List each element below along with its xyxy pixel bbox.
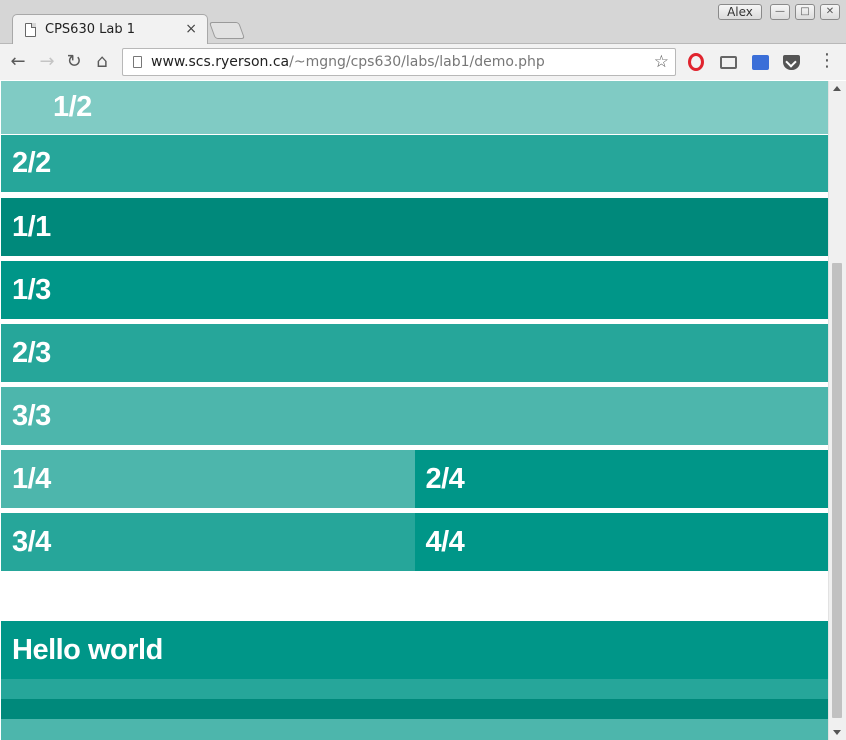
grid-row: 2/2 bbox=[1, 135, 828, 192]
bookmark-star-icon[interactable]: ☆ bbox=[654, 52, 669, 72]
grid-cell: 2/4 bbox=[414, 450, 828, 508]
grid-row bbox=[1, 679, 828, 699]
grid-cell: 4/4 bbox=[414, 513, 828, 571]
cast-icon[interactable] bbox=[720, 56, 737, 69]
pocket-icon[interactable] bbox=[783, 55, 800, 70]
tab-strip: CPS630 Lab 1 × Alex — □ ✕ bbox=[0, 0, 846, 45]
url-text: www.scs.ryerson.ca/~mgng/cps630/labs/lab… bbox=[151, 54, 545, 70]
scroll-thumb[interactable] bbox=[832, 263, 842, 718]
grid-row: 3/3 bbox=[1, 387, 828, 445]
grid-cell: 3/3 bbox=[1, 387, 828, 445]
home-icon[interactable]: ⌂ bbox=[91, 51, 113, 73]
grid-cell: 2/2 bbox=[1, 135, 828, 192]
toolbar: ← → ↻ ⌂ www.scs.ryerson.ca/~mgng/cps630/… bbox=[0, 44, 846, 80]
hello-world-banner: Hello world bbox=[1, 621, 828, 679]
back-icon[interactable]: ← bbox=[7, 51, 29, 73]
grid-row bbox=[1, 699, 828, 719]
close-tab-icon[interactable]: × bbox=[185, 21, 197, 37]
close-window-button[interactable]: ✕ bbox=[820, 4, 840, 20]
browser-menu-icon[interactable]: ⋮ bbox=[818, 50, 836, 74]
tab-cps630-lab1[interactable]: CPS630 Lab 1 × bbox=[12, 14, 208, 45]
opera-icon[interactable] bbox=[688, 53, 704, 71]
minimize-button[interactable]: — bbox=[770, 4, 790, 20]
grid-cell bbox=[1, 679, 828, 699]
grid-cell: 1/4 bbox=[1, 450, 415, 508]
grid-row: Hello world bbox=[1, 621, 828, 679]
url-path: /~mgng/cps630/labs/lab1/demo.php bbox=[289, 54, 545, 70]
new-tab-button[interactable] bbox=[208, 22, 246, 39]
grid-row: 3/4 4/4 bbox=[1, 513, 828, 571]
grid-cell: 1/3 bbox=[1, 261, 828, 319]
page-viewport: 1/2 2/2 1/1 1/3 2/3 3/3 1/4 2/4 3/4 4/4 … bbox=[0, 81, 828, 740]
scroll-down-icon[interactable] bbox=[833, 730, 841, 735]
grid-cell: 2/3 bbox=[1, 324, 828, 382]
grid-row bbox=[1, 719, 828, 740]
grid-cell: 3/4 bbox=[1, 513, 415, 571]
grid-row: 2/3 bbox=[1, 324, 828, 382]
grid-row: 1/1 bbox=[1, 198, 828, 256]
page-info-icon[interactable] bbox=[133, 56, 142, 68]
forward-icon[interactable]: → bbox=[36, 51, 58, 73]
page-icon bbox=[25, 23, 36, 37]
grid-cell bbox=[1, 719, 828, 740]
vertical-scrollbar[interactable] bbox=[828, 81, 846, 740]
grid-cell: 1/2 bbox=[1, 81, 828, 134]
maximize-button[interactable]: □ bbox=[795, 4, 815, 20]
tab-title: CPS630 Lab 1 bbox=[45, 22, 135, 37]
profile-button[interactable]: Alex bbox=[718, 4, 762, 20]
reload-icon[interactable]: ↻ bbox=[63, 51, 85, 73]
url-host: www.scs.ryerson.ca bbox=[151, 54, 290, 70]
grid-row: 1/4 2/4 bbox=[1, 450, 828, 508]
browser-chrome: CPS630 Lab 1 × Alex — □ ✕ ← → ↻ ⌂ www.sc… bbox=[0, 0, 846, 80]
extension-icon[interactable] bbox=[752, 55, 769, 70]
address-bar[interactable]: www.scs.ryerson.ca/~mgng/cps630/labs/lab… bbox=[122, 48, 676, 76]
scroll-up-icon[interactable] bbox=[833, 86, 841, 91]
grid-cell bbox=[1, 699, 828, 719]
grid-row: 1/3 bbox=[1, 261, 828, 319]
grid-row: 1/2 bbox=[1, 81, 828, 134]
grid-cell: 1/1 bbox=[1, 198, 828, 256]
